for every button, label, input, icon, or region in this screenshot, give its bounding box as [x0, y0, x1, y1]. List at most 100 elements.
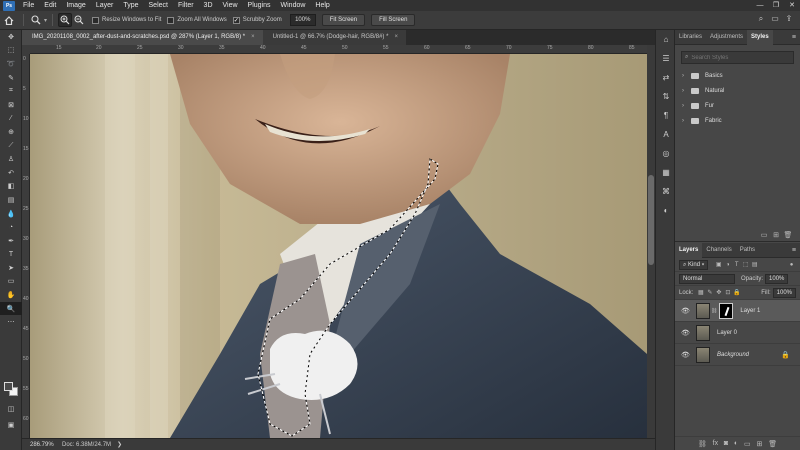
chevron-right-icon[interactable]: › [682, 103, 689, 109]
color-panel-icon[interactable]: ◐ [656, 201, 676, 220]
opacity-field[interactable]: 100% [765, 273, 789, 284]
path-selection-tool-icon[interactable]: ➤ [0, 261, 22, 275]
pen-tool-icon[interactable]: ✒ [0, 234, 22, 248]
document-tab-active[interactable]: IMG_20201108_0002_after-dust-and-scratch… [22, 30, 263, 45]
more-tools-icon[interactable]: ⋯ [0, 315, 22, 329]
menu-image[interactable]: Image [61, 0, 90, 11]
home-button[interactable] [0, 11, 18, 30]
document-tab[interactable]: Untitled-1 @ 66.7% (Dodge-hair, RGB/8#) … [262, 30, 406, 45]
tool-presets-icon[interactable]: ◎ [656, 144, 676, 163]
foreground-color-swatch[interactable] [4, 382, 13, 391]
menu-view[interactable]: View [218, 0, 243, 11]
lock-transparent-icon[interactable]: ▦ [696, 289, 705, 296]
lock-pixels-icon[interactable]: ✎ [705, 289, 714, 296]
new-style-icon[interactable]: ⊞ [770, 231, 782, 239]
color-swatches[interactable] [4, 382, 18, 396]
link-icon[interactable]: ⛓ [711, 308, 717, 314]
chevron-right-icon[interactable]: › [682, 88, 689, 94]
hand-tool-icon[interactable]: ✋ [0, 288, 22, 302]
shape-filter-icon[interactable]: ⬚ [741, 261, 750, 268]
layer-mask-thumbnail[interactable] [719, 302, 734, 319]
menu-layer[interactable]: Layer [91, 0, 119, 11]
history-brush-tool-icon[interactable]: ↶ [0, 166, 22, 180]
marquee-tool-icon[interactable]: ⬚ [0, 44, 22, 58]
link-layers-icon[interactable]: ⛓ [698, 440, 707, 448]
vertical-scrollbar[interactable] [647, 45, 655, 438]
history-panel-icon[interactable]: ⌂ [656, 30, 676, 49]
screen-mode-icon[interactable]: ▣ [0, 418, 22, 432]
zoom-tool-preset-button[interactable] [29, 13, 43, 27]
adjustment-filter-icon[interactable]: ◑ [723, 262, 732, 268]
eraser-tool-icon[interactable]: ◧ [0, 180, 22, 194]
checkbox-box[interactable] [167, 16, 175, 24]
layer-row[interactable]: 👁 Layer 0 [675, 322, 800, 344]
minimize-button[interactable]: — [752, 0, 768, 11]
eyedropper-tool-icon[interactable]: ⁄ [0, 112, 22, 126]
quick-mask-icon[interactable]: ◫ [0, 402, 22, 416]
libraries-icon[interactable]: ⌘ [656, 182, 676, 201]
rectangle-tool-icon[interactable]: ▭ [0, 275, 22, 289]
layer-row[interactable]: 👁 ⛓ Layer 1 [675, 300, 800, 322]
resize-windows-checkbox[interactable]: Resize Windows to Fit [92, 16, 161, 24]
visibility-eye-icon[interactable]: 👁 [681, 329, 691, 337]
zoom-tool-icon[interactable]: 🔍 [0, 301, 22, 316]
fx-icon[interactable]: fx [713, 440, 718, 447]
type-tool-icon[interactable]: T [0, 248, 22, 262]
ruler-origin[interactable] [22, 45, 30, 54]
panel-menu-icon[interactable]: ≡ [792, 247, 796, 254]
adjust-panel-icon[interactable]: ⇄ [656, 68, 676, 87]
visibility-eye-icon[interactable]: 👁 [681, 307, 691, 315]
swatches-icon[interactable]: ▦ [656, 163, 676, 182]
visibility-eye-icon[interactable]: 👁 [681, 351, 691, 359]
new-group-icon[interactable]: ▭ [758, 231, 770, 239]
paragraph-icon[interactable]: ¶ [656, 106, 676, 125]
checkbox-box-checked[interactable]: ✓ [232, 16, 240, 24]
menu-3d[interactable]: 3D [199, 0, 218, 11]
chevron-right-icon[interactable]: › [682, 118, 689, 124]
tab-channels[interactable]: Channels [702, 243, 735, 258]
filter-kind-select[interactable]: ⌕ Kind ▾ [679, 259, 709, 270]
brush-tool-icon[interactable]: ⟋ [0, 139, 22, 153]
smart-object-filter-icon[interactable]: ▤ [750, 261, 759, 268]
style-group-basics[interactable]: › Basics [675, 68, 800, 83]
fill-screen-button[interactable]: Fill Screen [371, 14, 416, 26]
horizontal-ruler[interactable]: 15 20 25 30 35 40 45 50 55 60 65 70 75 8… [30, 45, 647, 54]
zoom-level-readout[interactable]: 286.79% [22, 442, 54, 448]
move-tool-icon[interactable]: ✥ [0, 30, 22, 44]
menu-select[interactable]: Select [144, 0, 173, 11]
scrubby-zoom-checkbox[interactable]: ✓ Scrubby Zoom [232, 16, 282, 24]
share-icon[interactable]: ⇪ [782, 14, 796, 24]
close-tab-icon[interactable]: × [394, 30, 398, 45]
adjustment-layer-icon[interactable]: ◐ [734, 440, 738, 447]
vertical-ruler[interactable]: 0 5 10 15 20 25 30 35 40 45 50 55 60 [22, 54, 30, 438]
restore-button[interactable]: ❐ [768, 0, 784, 11]
menu-filter[interactable]: Filter [173, 0, 199, 11]
pixel-filter-icon[interactable]: ▣ [714, 261, 723, 268]
search-styles-input[interactable] [691, 54, 782, 61]
gradient-tool-icon[interactable]: ▤ [0, 193, 22, 207]
chevron-down-icon[interactable]: ▾ [44, 17, 47, 24]
dodge-tool-icon[interactable]: ◔ [0, 220, 22, 234]
panel-menu-icon[interactable]: ≡ [792, 34, 796, 41]
menu-plugins[interactable]: Plugins [243, 0, 276, 11]
menu-type[interactable]: Type [118, 0, 143, 11]
zoom-out-button[interactable] [72, 13, 86, 27]
add-mask-icon[interactable]: ◙ [724, 440, 728, 447]
status-menu-arrow-icon[interactable]: ❯ [117, 441, 122, 448]
menu-file[interactable]: File [18, 0, 39, 11]
new-layer-icon[interactable]: ⊞ [756, 440, 762, 448]
tab-adjustments[interactable]: Adjustments [706, 30, 747, 45]
tab-layers[interactable]: Layers [675, 242, 703, 258]
properties-panel-icon[interactable]: ☰ [656, 49, 676, 68]
lasso-tool-icon[interactable]: ➰ [0, 57, 22, 71]
tab-styles[interactable]: Styles [747, 29, 773, 45]
document-canvas[interactable] [30, 54, 647, 438]
style-group-natural[interactable]: › Natural [675, 83, 800, 98]
workspace-icon[interactable]: ▭ [768, 14, 782, 24]
close-tab-icon[interactable]: × [251, 30, 255, 45]
trash-icon[interactable]: 🗑 [782, 231, 794, 239]
styles-search[interactable]: ⌕ [681, 51, 794, 64]
search-icon[interactable]: ⌕ [754, 14, 768, 24]
quick-select-tool-icon[interactable]: ✎ [0, 71, 22, 85]
healing-brush-tool-icon[interactable]: ⊕ [0, 125, 22, 139]
